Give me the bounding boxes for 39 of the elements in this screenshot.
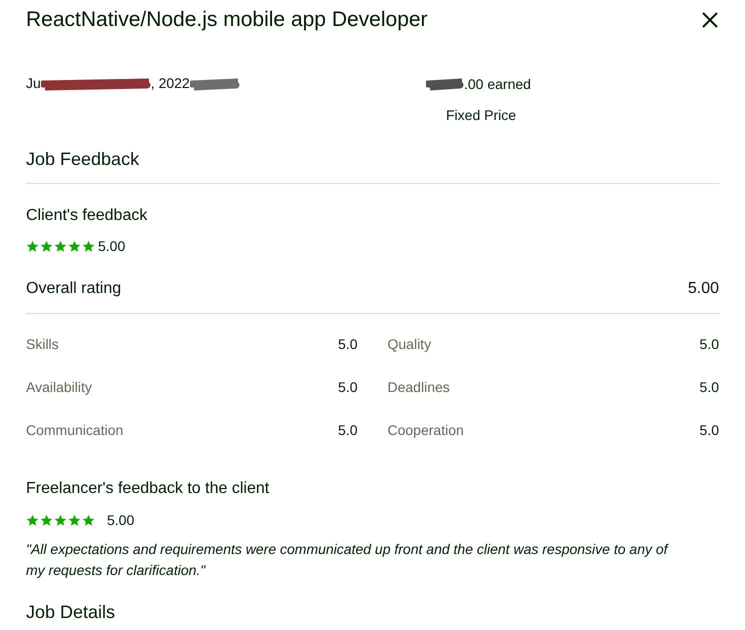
star-icon (26, 240, 39, 252)
star-icon (68, 514, 81, 526)
rating-label: Skills (26, 334, 59, 354)
star-icon (54, 240, 67, 252)
section-heading: Job Details (26, 600, 116, 624)
close-icon (701, 10, 719, 29)
rating-label: Availability (26, 378, 92, 397)
rating-label: Communication (26, 420, 124, 440)
earned-amount: .00 earned (464, 74, 531, 94)
rating-label: Cooperation (388, 420, 464, 440)
star-icon (82, 240, 95, 252)
section-heading: Job Feedback (26, 146, 719, 184)
star-icon (68, 240, 81, 252)
rating-value: 5.0 (700, 420, 719, 440)
dialog-title: ReactNative/Node.js mobile app Developer (26, 7, 428, 33)
redaction-scribble (190, 76, 240, 92)
rating-value: 5.0 (338, 334, 358, 354)
star-icon (40, 514, 53, 526)
rating-value: 5.0 (700, 334, 719, 354)
overall-score: 5.00 (688, 278, 719, 298)
redaction-scribble (426, 76, 464, 92)
rating-label: Deadlines (388, 378, 450, 396)
rating-value: 5.0 (700, 378, 719, 396)
date-text: Ju (26, 74, 41, 93)
contract-type: Fixed Price (446, 106, 516, 124)
star-icon (82, 514, 95, 526)
feedback-comment: "All expectations and requirements were communicated up front and the client was responsive to any of my requests for clarification." (26, 540, 670, 580)
overall-label: Overall rating (26, 278, 122, 298)
rating-score: 5.00 (107, 510, 134, 530)
rating-value: 5.0 (338, 420, 358, 440)
star-icon (40, 240, 53, 252)
star-icon (54, 514, 67, 526)
rating-value: 5.0 (338, 378, 358, 396)
subsection-heading: Client's feedback (26, 206, 148, 226)
date-text: , 2022 (150, 74, 190, 93)
star-icon (26, 514, 39, 526)
subsection-heading: Freelancer's feedback to the client (26, 478, 270, 498)
rating-score: 5.00 (98, 236, 126, 256)
rating-label: Quality (388, 334, 432, 354)
